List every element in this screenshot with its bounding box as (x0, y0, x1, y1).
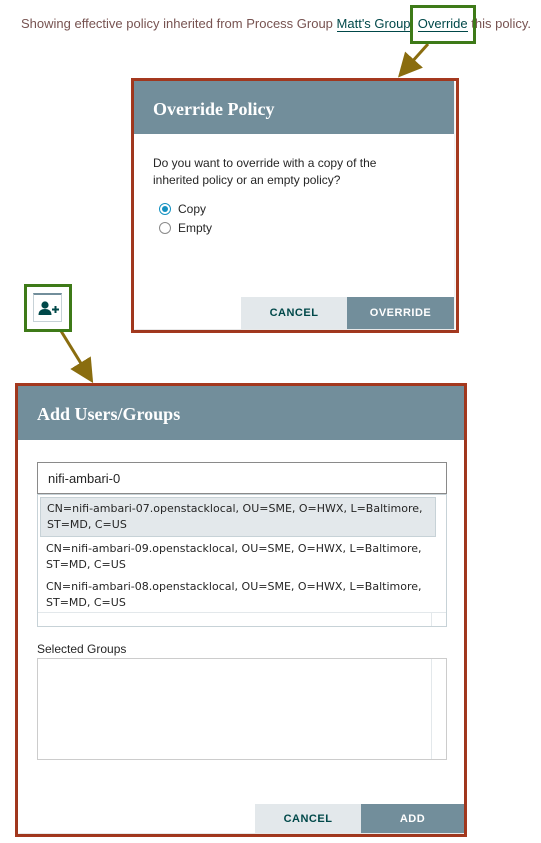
user-search-input[interactable]: nifi-ambari-0 (37, 462, 447, 494)
override-question: Do you want to override with a copy of t… (153, 156, 377, 187)
add-users-confirm-button[interactable]: ADD (361, 804, 464, 833)
add-user-icon (38, 301, 59, 315)
override-confirm-button[interactable]: OVERRIDE (347, 297, 454, 329)
radio-empty[interactable]: Empty (159, 221, 212, 235)
override-dialog-title: Override Policy (134, 81, 454, 134)
radio-copy-label: Copy (178, 202, 207, 216)
add-users-dialog-title: Add Users/Groups (18, 386, 464, 440)
add-users-cancel-button[interactable]: CANCEL (255, 804, 361, 833)
suggestion-scrollbar[interactable] (431, 612, 446, 626)
override-link-highlight (410, 5, 476, 44)
radio-copy[interactable]: Copy (159, 202, 206, 216)
user-suggestion-list: CN=nifi-ambari-07.openstacklocal, OU=SME… (37, 494, 447, 627)
add-users-dialog: Add Users/Groups nifi-ambari-0 CN=nifi-a… (18, 386, 464, 833)
selected-groups-scrollbar[interactable] (431, 659, 446, 759)
suggestion-item[interactable]: CN=nifi-ambari-09.openstacklocal, OU=SME… (40, 538, 436, 576)
arrow-to-add-users-dialog (59, 330, 94, 384)
radio-copy-indicator[interactable] (159, 203, 171, 215)
add-user-button[interactable] (33, 293, 62, 322)
override-policy-dialog: Override Policy Do you want to override … (134, 81, 454, 329)
arrow-to-override-dialog (397, 42, 430, 78)
selected-groups-list[interactable] (37, 658, 447, 760)
suggestion-item[interactable]: CN=nifi-ambari-08.openstacklocal, OU=SME… (40, 576, 436, 614)
radio-empty-label: Empty (178, 221, 213, 235)
radio-empty-indicator[interactable] (159, 222, 171, 234)
suggestion-item[interactable]: CN=nifi-ambari-07.openstacklocal, OU=SME… (40, 497, 436, 537)
override-cancel-button[interactable]: CANCEL (241, 297, 347, 329)
notice-prefix: Showing effective policy inherited from … (21, 16, 337, 31)
selected-groups-label: Selected Groups (37, 642, 127, 656)
suggestion-list-divider (38, 612, 446, 613)
process-group-link[interactable]: Matt's Group (336, 16, 411, 32)
notice-suffix: this policy. (467, 16, 531, 31)
